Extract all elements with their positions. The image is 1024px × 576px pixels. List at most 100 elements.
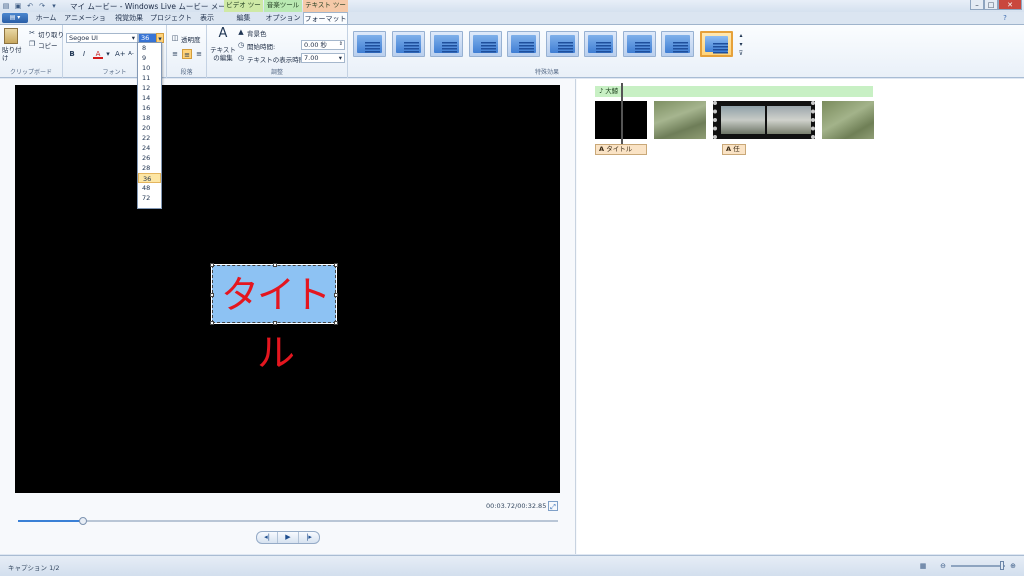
seek-thumb[interactable] <box>78 517 87 525</box>
font-family-select[interactable]: Segoe UI ▾ <box>66 33 138 43</box>
tab-visual-effects[interactable]: 視覚効果 <box>110 12 148 24</box>
clip-video[interactable] <box>822 101 874 139</box>
zoom-slider-thumb[interactable] <box>1000 561 1004 570</box>
clip-video[interactable] <box>654 101 706 139</box>
align-right-icon[interactable]: ≡ <box>194 49 204 59</box>
italic-button[interactable]: I <box>79 49 89 59</box>
tab-format[interactable]: フォーマット <box>303 12 348 24</box>
font-size-option[interactable]: 28 <box>138 163 161 173</box>
text-effect-option[interactable] <box>545 31 579 57</box>
thumbnail-size-icon[interactable]: ▦ <box>918 561 928 571</box>
music-track[interactable]: ♪ 大鯨 <box>595 86 873 97</box>
tab-edit[interactable]: 編集 <box>224 12 263 24</box>
previous-frame-icon[interactable]: ◂| <box>257 532 278 543</box>
resize-handle[interactable] <box>273 263 277 267</box>
align-center-icon[interactable]: ≡ <box>182 49 192 59</box>
tab-options[interactable]: オプション <box>264 12 302 24</box>
caption-box[interactable]: タイトル <box>210 263 338 375</box>
font-color-dropdown-icon[interactable]: ▾ <box>103 49 113 59</box>
resize-handle[interactable] <box>210 321 214 325</box>
text-effect-option[interactable] <box>699 31 733 57</box>
transparency-icon[interactable]: ◫ <box>170 33 180 43</box>
background-color-button[interactable]: 背景色 <box>247 28 267 38</box>
copy-icon[interactable]: ❐ <box>27 39 37 49</box>
paste-button[interactable]: 貼り付け <box>2 46 22 62</box>
gallery-more-icon[interactable]: ⊽ <box>736 49 746 59</box>
cut-icon[interactable]: ✂ <box>27 28 37 38</box>
zoom-in-icon[interactable]: ⊕ <box>1008 561 1018 571</box>
help-icon[interactable]: ? <box>1000 13 1010 23</box>
font-size-option[interactable]: 8 <box>138 43 161 53</box>
edit-text-icon[interactable]: A <box>216 27 230 43</box>
save-icon[interactable]: ▣ <box>14 2 22 10</box>
shrink-font-button[interactable]: A- <box>126 49 136 59</box>
zoom-slider[interactable] <box>951 565 1005 567</box>
text-effect-option[interactable] <box>622 31 656 57</box>
resize-handle[interactable] <box>210 263 214 267</box>
app-menu-button[interactable]: ▤ ▾ <box>2 13 28 23</box>
spinner-icon[interactable]: ⇕ <box>339 40 343 48</box>
font-size-option[interactable]: 14 <box>138 93 161 103</box>
text-effect-option[interactable] <box>391 31 425 57</box>
font-size-option[interactable]: 20 <box>138 123 161 133</box>
start-time-input[interactable]: 0.00 秒 ⇕ <box>301 40 345 50</box>
resize-handle[interactable] <box>334 321 338 325</box>
clip-video-selected[interactable] <box>713 101 815 139</box>
font-size-option[interactable]: 10 <box>138 63 161 73</box>
edit-text-button[interactable]: テキストの編集 <box>210 46 236 62</box>
font-size-option[interactable]: 72 <box>138 193 161 203</box>
caption-clip[interactable]: A タイトル <box>595 144 647 155</box>
status-bar: キャプション 1/2 ▦ ⊖ ⊕ <box>0 555 1024 576</box>
effect-thumbnail <box>665 35 690 53</box>
font-size-option[interactable]: 18 <box>138 113 161 123</box>
paste-icon[interactable] <box>4 28 18 44</box>
font-size-option[interactable]: 26 <box>138 153 161 163</box>
next-frame-icon[interactable]: |▸ <box>299 532 319 543</box>
caption-text[interactable]: タイトル <box>213 266 337 375</box>
minimize-button[interactable]: – <box>970 0 984 10</box>
text-effect-option[interactable] <box>584 31 617 57</box>
seek-bar[interactable] <box>18 517 558 525</box>
align-left-icon[interactable]: ≡ <box>170 49 180 59</box>
maximize-button[interactable]: □ <box>984 0 998 10</box>
font-size-option[interactable]: 12 <box>138 83 161 93</box>
font-color-button[interactable]: A <box>93 49 103 59</box>
qat-dropdown-icon[interactable]: ▾ <box>50 2 58 10</box>
zoom-out-icon[interactable]: ⊖ <box>938 561 948 571</box>
text-effect-option[interactable] <box>661 31 694 57</box>
tab-project[interactable]: プロジェクト <box>150 12 192 24</box>
font-size-option[interactable]: 24 <box>138 143 161 153</box>
undo-icon[interactable]: ↶ <box>26 2 34 10</box>
font-size-option[interactable]: 11 <box>138 73 161 83</box>
grow-font-button[interactable]: A+ <box>115 49 126 59</box>
duration-select[interactable]: 7.00 ▾ <box>301 53 345 63</box>
close-button[interactable]: ✕ <box>998 0 1022 10</box>
text-effect-option[interactable] <box>507 31 540 57</box>
font-size-option[interactable]: 36 <box>138 173 161 183</box>
background-color-icon[interactable]: ▲ <box>236 27 246 37</box>
resize-handle[interactable] <box>334 263 338 267</box>
transparency-button[interactable]: 透明度 <box>181 34 201 44</box>
cut-button[interactable]: 切り取り <box>38 29 64 39</box>
fullscreen-icon[interactable]: ⤢ <box>548 501 558 511</box>
tab-home[interactable]: ホーム <box>32 12 60 24</box>
resize-handle[interactable] <box>273 321 277 325</box>
font-size-option[interactable]: 16 <box>138 103 161 113</box>
tab-view[interactable]: 表示 <box>194 12 220 24</box>
copy-button[interactable]: コピー <box>38 40 58 50</box>
text-effect-option[interactable] <box>430 31 463 57</box>
play-icon[interactable]: ▶ <box>278 532 299 543</box>
redo-icon[interactable]: ↷ <box>38 2 46 10</box>
text-effect-option[interactable] <box>468 31 502 57</box>
text-effect-option[interactable] <box>353 31 386 57</box>
bold-button[interactable]: B <box>67 49 77 59</box>
resize-handle[interactable] <box>210 293 214 297</box>
font-size-option[interactable]: 48 <box>138 183 161 193</box>
font-size-option[interactable]: 9 <box>138 53 161 63</box>
caption-clip[interactable]: A 任 <box>722 144 746 155</box>
video-preview[interactable]: タイトル <box>15 85 560 493</box>
resize-handle[interactable] <box>334 293 338 297</box>
tab-animation[interactable]: アニメーション <box>62 12 108 34</box>
font-size-option[interactable]: 22 <box>138 133 161 143</box>
start-time-value: 0.00 秒 <box>304 41 328 49</box>
